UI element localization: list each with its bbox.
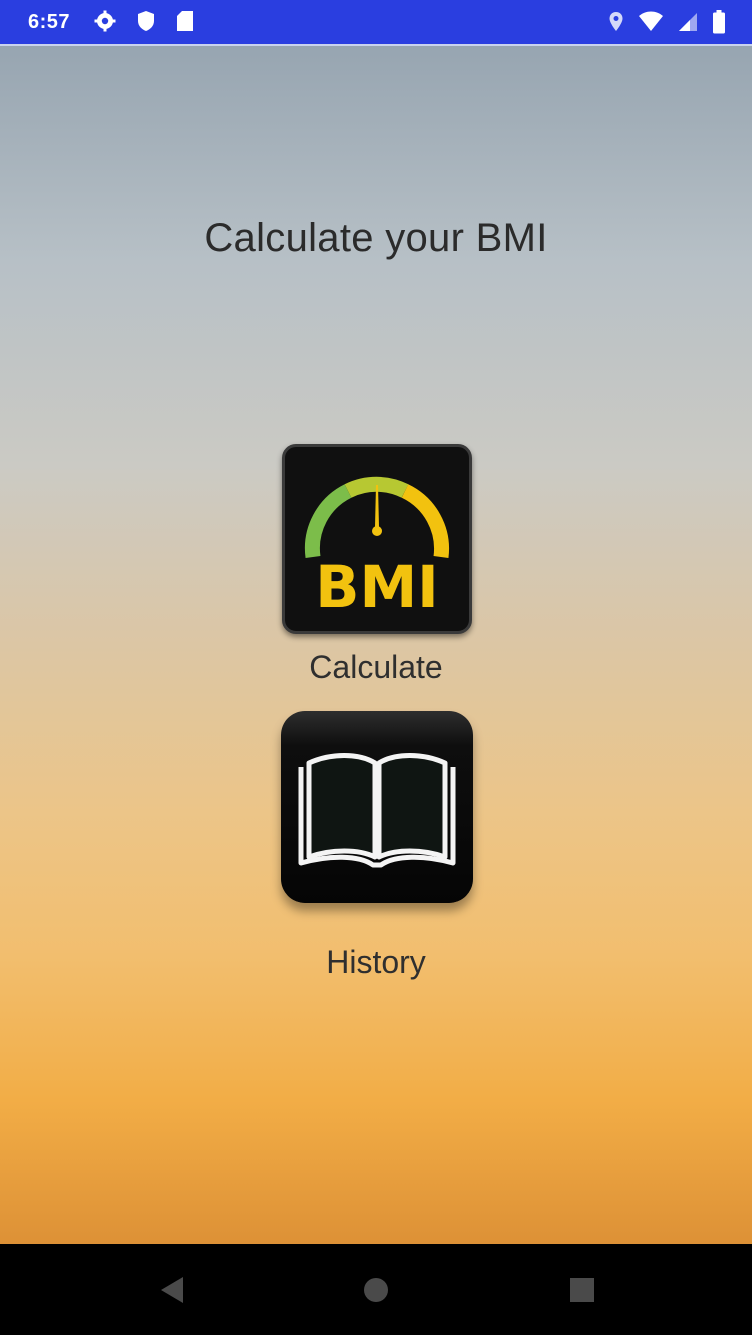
shield-icon <box>136 10 156 32</box>
main-content: Calculate your BMI BMI Calculate History <box>0 46 752 1244</box>
recents-icon <box>570 1278 594 1302</box>
status-time: 6:57 <box>28 11 71 33</box>
home-button[interactable] <box>356 1270 396 1310</box>
settings-icon <box>94 10 116 32</box>
sd-card-icon <box>176 10 194 32</box>
history-button[interactable] <box>281 711 473 903</box>
back-icon <box>161 1277 183 1303</box>
open-book-icon <box>298 753 456 868</box>
back-button[interactable] <box>152 1270 192 1310</box>
calculate-button[interactable]: BMI <box>282 444 472 634</box>
recents-button[interactable] <box>562 1270 602 1310</box>
status-left-icons <box>94 10 194 32</box>
calculate-label: Calculate <box>309 649 443 685</box>
signal-icon <box>678 11 698 33</box>
screen: 6:57 Calculate your BMI BMI Calculate Hi… <box>0 0 752 1335</box>
home-icon <box>364 1278 388 1302</box>
bmi-icon-text: BMI <box>315 553 439 621</box>
page-title: Calculate your BMI <box>204 216 548 260</box>
location-icon <box>608 11 624 33</box>
bmi-gauge-icon: BMI <box>304 476 449 621</box>
navigation-bar <box>0 1244 752 1335</box>
battery-icon <box>712 10 726 34</box>
history-label: History <box>326 944 426 980</box>
status-bar: 6:57 <box>0 0 752 46</box>
wifi-icon <box>638 11 664 33</box>
status-right-icons <box>608 10 726 34</box>
